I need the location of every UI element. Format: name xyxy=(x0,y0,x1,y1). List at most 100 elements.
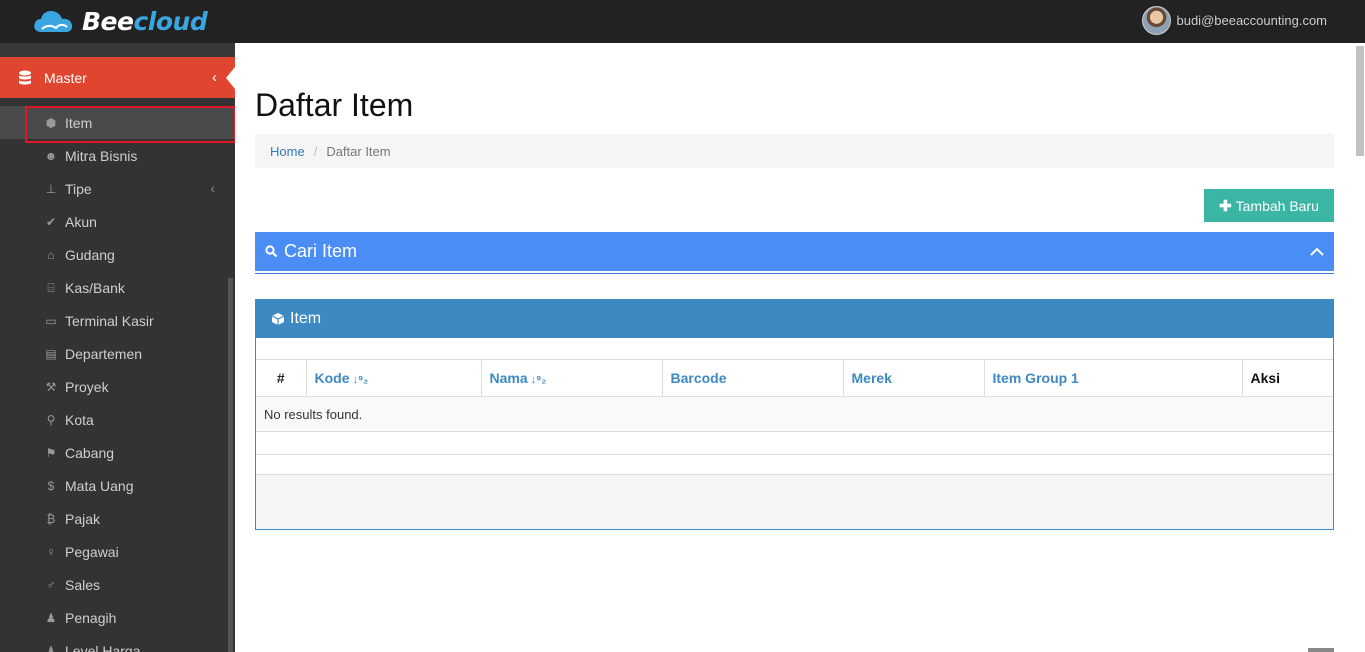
sidebar-item-mitra-bisnis[interactable]: ☻ Mitra Bisnis xyxy=(0,139,235,172)
sidebar-item-label: Pajak xyxy=(65,510,101,527)
map-marker-icon: ⚲ xyxy=(46,413,56,427)
sidebar-item-label: Akun xyxy=(65,213,97,230)
page-scrollbar[interactable] xyxy=(1355,43,1365,652)
sidebar-item-mata-uang[interactable]: $ Mata Uang xyxy=(0,469,235,502)
tag-icon: ♟ xyxy=(45,644,57,652)
sidebar-item-label: Mata Uang xyxy=(65,477,134,494)
empty-message: No results found. xyxy=(256,396,1333,432)
sidebar-item-pegawai[interactable]: ♀ Pegawai xyxy=(0,535,235,568)
search-panel-header[interactable]: Cari Item xyxy=(255,232,1334,273)
sidebar-item-departemen[interactable]: ▤ Departemen xyxy=(0,337,235,370)
plus-icon: ✚ xyxy=(1219,197,1232,215)
bank-icon: ⌸ xyxy=(47,281,55,295)
sitemap-icon: ⊥ xyxy=(45,182,57,196)
sidebar-item-label: Kas/Bank xyxy=(65,279,125,296)
column-header-kode[interactable]: Kode ↓⁹₂ xyxy=(305,359,481,397)
item-panel-title: Item xyxy=(290,310,322,327)
breadcrumb-separator: / xyxy=(313,143,318,159)
sidebar-item-label: Gudang xyxy=(65,246,115,263)
cloud-logo-icon xyxy=(34,11,73,32)
column-header-aksi: Aksi xyxy=(1241,359,1333,397)
sort-icon: ↓⁹₂ xyxy=(530,374,547,386)
breadcrumb-current: Daftar Item xyxy=(326,143,391,159)
scrollbar-thumb[interactable] xyxy=(1356,46,1364,156)
desktop-icon: ▭ xyxy=(45,314,57,328)
sidebar-item-label: Level Harga xyxy=(65,642,141,652)
sidebar-item-label: Proyek xyxy=(65,378,109,395)
sidebar-item-label: Pegawai xyxy=(65,543,119,560)
search-icon xyxy=(265,245,278,258)
user-tie-icon: ♟ xyxy=(45,611,57,625)
column-header-barcode[interactable]: Barcode xyxy=(661,359,843,397)
sidebar-item-kota[interactable]: ⚲ Kota xyxy=(0,403,235,436)
sidebar-item-level-harga[interactable]: ♟ Level Harga xyxy=(0,634,235,652)
column-header-number: # xyxy=(256,359,306,397)
chevron-left-icon: ‹ xyxy=(210,180,215,196)
column-header-nama[interactable]: Nama ↓⁹₂ xyxy=(480,359,662,397)
building-icon: ▤ xyxy=(45,347,57,361)
breadcrumb: Home / Daftar Item xyxy=(255,134,1334,168)
table-header-row: # Kode ↓⁹₂ Nama ↓⁹₂ Barcode Merek Item Gro… xyxy=(256,359,1333,397)
sidebar-item-label: Departemen xyxy=(65,345,143,362)
sidebar-item-akun[interactable]: ✔ Akun xyxy=(0,205,235,238)
add-new-label: Tambah Baru xyxy=(1235,197,1319,214)
sort-icon: ↓⁹₂ xyxy=(352,374,369,386)
app-brand-name: Beecloud xyxy=(82,6,208,36)
chevron-left-icon: ‹ xyxy=(212,69,217,86)
sidebar-section-master[interactable]: Master ‹ xyxy=(0,57,235,98)
sidebar-scrollbar[interactable] xyxy=(228,278,233,652)
item-panel: Item # Kode ↓⁹₂ Nama ↓⁹₂ Barcode Merek Ite… xyxy=(255,299,1334,530)
sidebar-item-sales[interactable]: ♂ Sales xyxy=(0,568,235,601)
sidebar-item-penagih[interactable]: ♟ Penagih xyxy=(0,601,235,634)
male-icon: ♂ xyxy=(46,578,56,592)
sidebar-item-terminal-kasir[interactable]: ▭ Terminal Kasir xyxy=(0,304,235,337)
home-icon: ⌂ xyxy=(47,248,55,262)
sidebar-item-kas-bank[interactable]: ⌸ Kas/Bank xyxy=(0,271,235,304)
scroll-to-top-button[interactable] xyxy=(1308,648,1334,652)
column-header-merek[interactable]: Merek xyxy=(842,359,984,397)
check-icon: ✔ xyxy=(45,215,57,229)
cube-icon xyxy=(271,313,285,325)
item-panel-header: Item xyxy=(256,300,1333,338)
dollar-icon: $ xyxy=(47,479,55,493)
sidebar-item-label: Penagih xyxy=(65,609,117,626)
sidebar-item-cabang[interactable]: ⚑ Cabang xyxy=(0,436,235,469)
app-logo[interactable]: Beecloud xyxy=(32,4,208,38)
divider xyxy=(256,454,1333,455)
sidebar-section-label: Master xyxy=(44,69,87,86)
sidebar-item-label: Tipe xyxy=(65,180,92,197)
sidebar-item-label: Sales xyxy=(65,576,101,593)
sidebar-item-gudang[interactable]: ⌂ Gudang xyxy=(0,238,235,271)
page-title: Daftar Item xyxy=(255,87,414,123)
sidebar: Master ‹ ⬢ Item ☻ Mitra Bisnis ⊥ Tipe ‹ … xyxy=(0,43,235,652)
search-panel-title: Cari Item xyxy=(284,241,358,261)
top-navbar: Beecloud budi@beeaccounting.com xyxy=(0,0,1365,43)
sidebar-item-label: Cabang xyxy=(65,444,115,461)
sidebar-item-tipe[interactable]: ⊥ Tipe ‹ xyxy=(0,172,235,205)
user-email: budi@beeaccounting.com xyxy=(1176,13,1327,28)
person-icon: ♀ xyxy=(46,545,56,559)
main-content: Daftar Item Home / Daftar Item ✚ Tambah … xyxy=(235,43,1355,652)
chevron-up-icon[interactable] xyxy=(1310,245,1324,259)
user-menu[interactable]: budi@beeaccounting.com xyxy=(1142,6,1327,35)
bitcoin-icon: ₿ xyxy=(46,512,56,526)
sidebar-submenu: ⬢ Item ☻ Mitra Bisnis ⊥ Tipe ‹ ✔ Akun ⌂ … xyxy=(0,106,235,652)
sidebar-item-label: Mitra Bisnis xyxy=(65,147,138,164)
sidebar-item-pajak[interactable]: ₿ Pajak xyxy=(0,502,235,535)
flag-icon: ⚑ xyxy=(45,446,57,460)
users-icon: ☻ xyxy=(44,149,58,163)
sidebar-item-proyek[interactable]: ⚒ Proyek xyxy=(0,370,235,403)
sidebar-item-label: Terminal Kasir xyxy=(65,312,154,329)
breadcrumb-home-link[interactable]: Home xyxy=(270,144,305,159)
column-header-item-group[interactable]: Item Group 1 xyxy=(983,359,1242,397)
item-panel-footer xyxy=(256,475,1333,529)
sidebar-item-label: Kota xyxy=(65,411,94,428)
database-icon xyxy=(19,70,31,84)
item-table: # Kode ↓⁹₂ Nama ↓⁹₂ Barcode Merek Item Gro… xyxy=(256,359,1333,432)
avatar xyxy=(1142,6,1172,35)
sidebar-item-label: Item xyxy=(65,114,93,131)
active-indicator xyxy=(226,67,235,89)
add-new-button[interactable]: ✚ Tambah Baru xyxy=(1204,189,1334,222)
table-row: No results found. xyxy=(256,396,1333,432)
sidebar-item-item[interactable]: ⬢ Item xyxy=(0,106,235,143)
